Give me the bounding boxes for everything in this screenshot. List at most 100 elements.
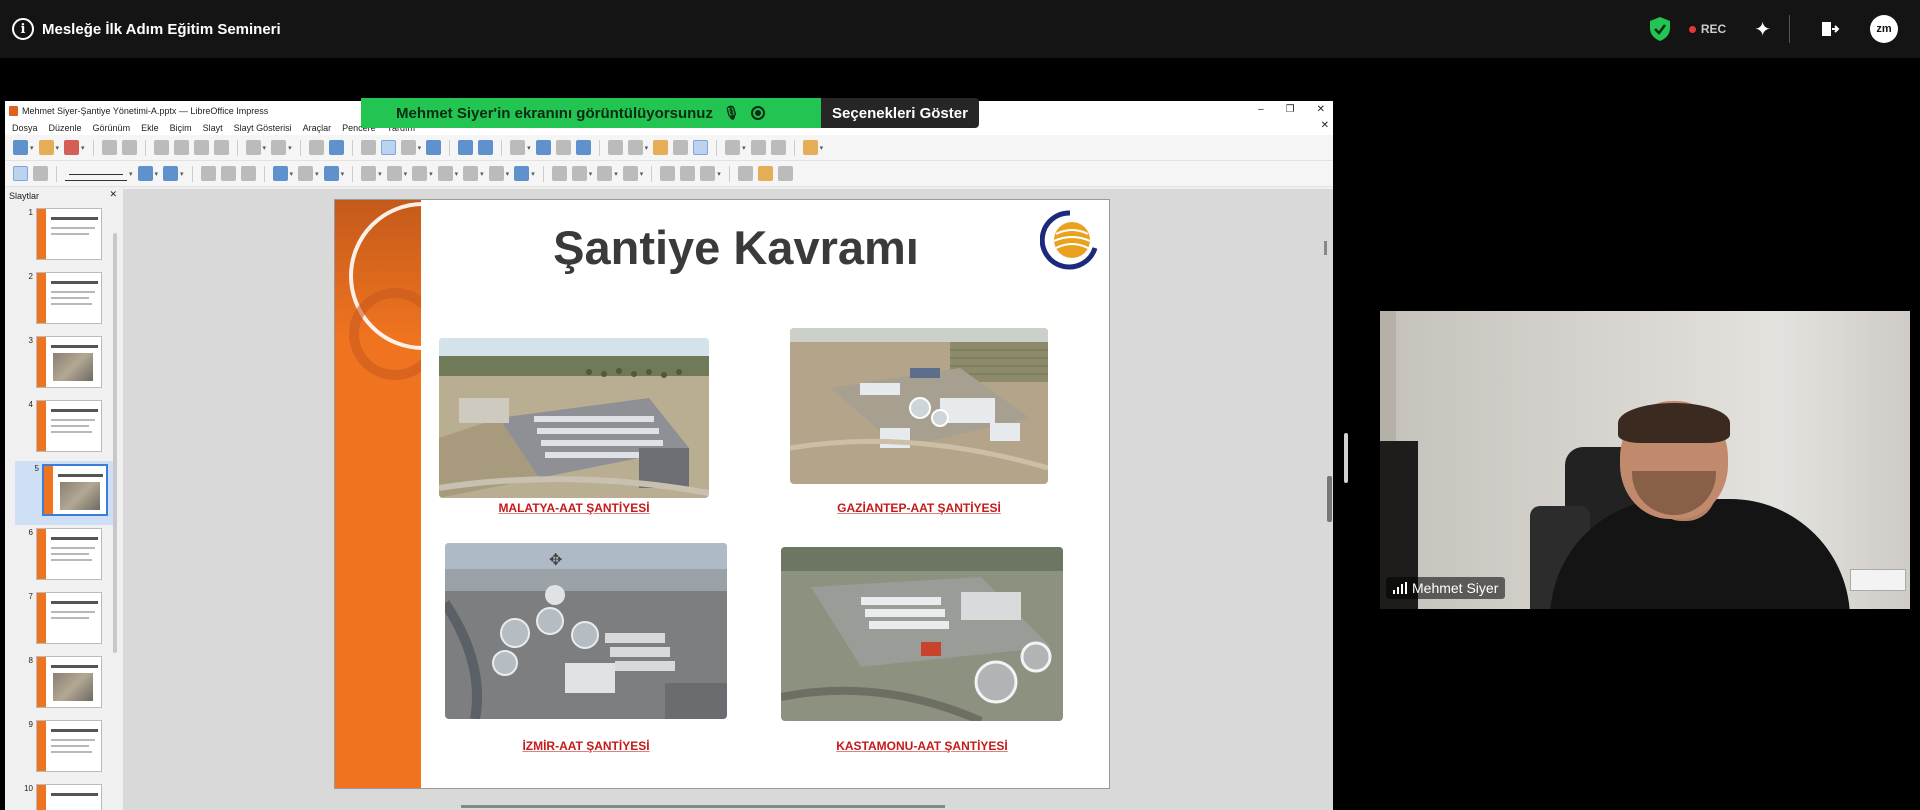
grid-icon[interactable]	[360, 140, 376, 155]
3d-objects-icon[interactable]	[514, 166, 530, 181]
slides-pane-scrollbar[interactable]	[113, 233, 117, 653]
select-icon[interactable]	[13, 166, 28, 181]
copy-icon[interactable]	[173, 140, 189, 155]
new-icon[interactable]	[13, 140, 28, 155]
connectors-icon[interactable]	[323, 166, 339, 181]
start-current-slide-icon[interactable]	[478, 140, 494, 155]
canvas-vertical-scrollbar[interactable]	[1324, 241, 1327, 255]
media-icon[interactable]	[555, 140, 571, 155]
curves-icon[interactable]	[298, 166, 314, 181]
shadow-icon[interactable]	[660, 166, 676, 181]
rectangle-icon[interactable]	[220, 166, 236, 181]
sidebar-icon[interactable]	[802, 140, 818, 155]
line-color-icon[interactable]	[137, 166, 153, 181]
zoom-pan-icon[interactable]	[33, 166, 48, 181]
canvas-horizontal-scrollbar[interactable]	[461, 805, 945, 808]
menu-slideshow[interactable]: Slayt Gösterisi	[234, 123, 292, 133]
image-icon[interactable]	[535, 140, 551, 155]
points-icon[interactable]	[737, 166, 753, 181]
maximize-icon[interactable]: ❐	[1286, 104, 1295, 115]
zoom-avatar[interactable]: zm	[1870, 15, 1898, 43]
slide-thumbnail[interactable]: 10	[9, 781, 119, 810]
paste-icon[interactable]	[193, 140, 209, 155]
arrange-icon[interactable]	[597, 166, 613, 181]
redo-icon[interactable]	[271, 140, 287, 155]
fill-color-icon[interactable]	[163, 166, 179, 181]
close-pane-icon[interactable]: ✕	[109, 189, 117, 200]
slide-title[interactable]: Şantiye Kavramı	[421, 220, 1051, 275]
toggle-extrusion-icon[interactable]	[777, 166, 793, 181]
slide-thumbnail[interactable]: 7	[9, 589, 119, 653]
glue-points-icon[interactable]	[757, 166, 773, 181]
slide-thumbnail[interactable]: 2	[9, 269, 119, 333]
current-slide[interactable]: Şantiye Kavramı MALATYA-AAT ŞANTİYESİ GA…	[334, 199, 1110, 789]
save-icon[interactable]	[64, 140, 80, 155]
slide-thumbnail[interactable]: 1	[9, 205, 119, 269]
slide-thumbnail[interactable]: 3	[9, 333, 119, 397]
open-icon[interactable]	[38, 140, 54, 155]
undo-icon[interactable]	[245, 140, 261, 155]
align-icon[interactable]	[571, 166, 587, 181]
display-views-icon[interactable]	[400, 140, 416, 155]
symbol-shapes-icon[interactable]	[386, 166, 402, 181]
view-options-button[interactable]: Seçenekleri Göster	[821, 98, 979, 128]
basic-shapes-icon[interactable]	[361, 166, 377, 181]
callouts-icon[interactable]	[463, 166, 479, 181]
close-icon[interactable]: ✕	[1317, 104, 1325, 115]
table-icon[interactable]	[510, 140, 526, 155]
malatya-site-photo[interactable]	[439, 338, 709, 498]
show-draw-functions-icon[interactable]	[693, 140, 709, 155]
print-icon[interactable]	[121, 140, 137, 155]
special-char-icon[interactable]	[627, 140, 643, 155]
cut-icon[interactable]	[153, 140, 169, 155]
menu-view[interactable]: Görünüm	[93, 123, 131, 133]
filter-icon[interactable]	[700, 166, 716, 181]
participant-video-tile[interactable]: Mehmet Siyer	[1380, 311, 1910, 609]
menu-insert[interactable]: Ekle	[141, 123, 159, 133]
stars-icon[interactable]	[488, 166, 504, 181]
encryption-shield-icon[interactable]	[1649, 16, 1671, 42]
distribute-icon[interactable]	[622, 166, 638, 181]
menu-edit[interactable]: Düzenle	[49, 123, 82, 133]
lines-arrows-icon[interactable]	[272, 166, 288, 181]
slide-thumbnail[interactable]: 9	[9, 717, 119, 781]
slide-thumbnail[interactable]: 4	[9, 397, 119, 461]
slide-thumbnail[interactable]: 6	[9, 525, 119, 589]
textbox-icon[interactable]	[607, 140, 623, 155]
new-slide-icon[interactable]	[750, 140, 766, 155]
sidebar-resize-handle[interactable]	[1327, 476, 1332, 522]
spelling-icon[interactable]	[328, 140, 344, 155]
meeting-info-icon[interactable]: i	[12, 18, 34, 40]
menu-file[interactable]: Dosya	[12, 123, 38, 133]
menu-format[interactable]: Biçim	[170, 123, 192, 133]
site-caption[interactable]: GAZİANTEP-AAT ŞANTİYESİ	[790, 501, 1048, 515]
crop-icon[interactable]	[680, 166, 696, 181]
site-caption[interactable]: İZMİR-AAT ŞANTİYESİ	[445, 739, 727, 753]
line-style-combo[interactable]	[65, 167, 127, 181]
helplines-icon[interactable]	[380, 140, 396, 155]
clone-format-icon[interactable]	[213, 140, 229, 155]
slide-layout-icon[interactable]	[725, 140, 741, 155]
menu-slide[interactable]: Slayt	[203, 123, 223, 133]
export-pdf-icon[interactable]	[101, 140, 117, 155]
recording-indicator[interactable]: REC	[1688, 22, 1726, 36]
site-caption[interactable]: KASTAMONU-AAT ŞANTİYESİ	[781, 739, 1063, 753]
close-document-icon[interactable]: ✕	[1321, 120, 1329, 131]
izmir-site-photo[interactable]	[445, 543, 727, 719]
rotate-icon[interactable]	[551, 166, 567, 181]
chart-icon[interactable]	[575, 140, 591, 155]
line-icon[interactable]	[200, 166, 216, 181]
delete-slide-icon[interactable]	[770, 140, 786, 155]
slide-thumbnail[interactable]: 8	[9, 653, 119, 717]
gaziantep-site-photo[interactable]	[790, 328, 1048, 484]
block-arrows-icon[interactable]	[412, 166, 428, 181]
leave-icon[interactable]	[1820, 19, 1840, 39]
menu-tools[interactable]: Araçlar	[303, 123, 332, 133]
flowchart-icon[interactable]	[437, 166, 453, 181]
site-caption[interactable]: MALATYA-AAT ŞANTİYESİ	[439, 501, 709, 515]
hyperlink-icon[interactable]	[673, 140, 689, 155]
minimize-icon[interactable]: –	[1258, 104, 1264, 115]
slide-thumbnail-selected[interactable]: 5	[15, 461, 113, 525]
fontwork-icon[interactable]	[653, 140, 669, 155]
find-replace-icon[interactable]	[308, 140, 324, 155]
